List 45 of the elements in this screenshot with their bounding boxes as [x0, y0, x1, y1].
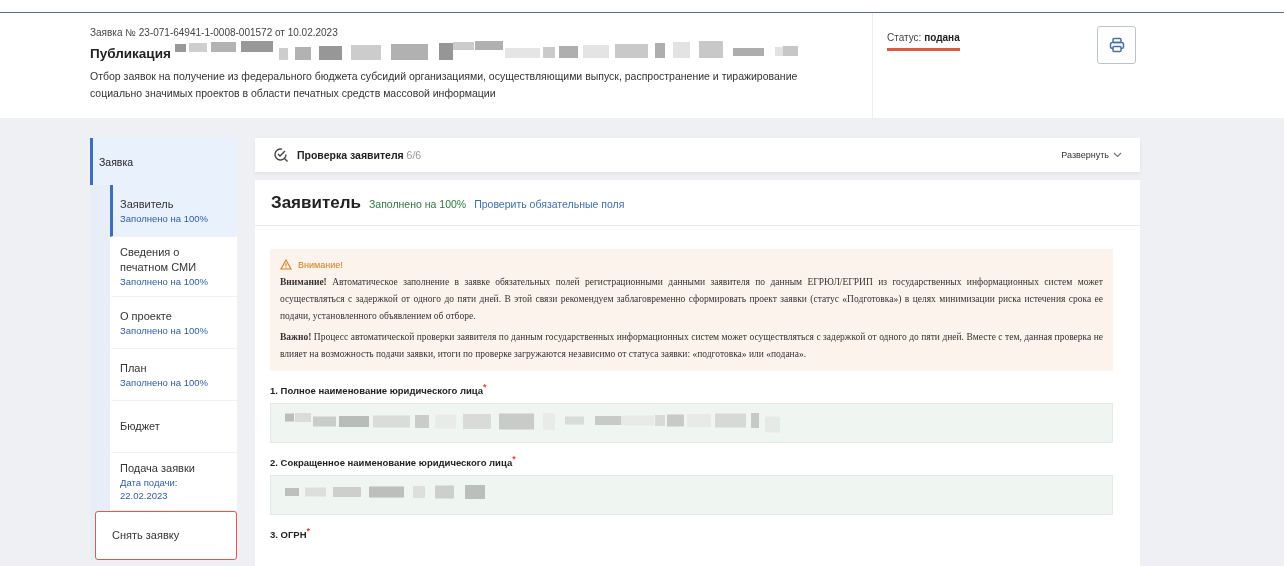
subitem-label: Снять заявку — [112, 528, 181, 543]
subitem-label: Сведения о печатном СМИ — [120, 245, 198, 275]
printer-icon — [1108, 37, 1125, 53]
sidebar-subitem[interactable]: Бюджет — [110, 401, 237, 453]
sidebar-subitem[interactable]: Подача заявки Дата подачи: 22.02.2023 — [110, 453, 237, 511]
sidebar-subitem[interactable]: О проекте Заполнено на 100% — [110, 297, 237, 349]
subitem-status: Дата подачи: 22.02.2023 — [120, 476, 179, 502]
sidebar-subitem[interactable]: План Заполнено на 100% — [110, 349, 237, 401]
subitem-label: План — [120, 360, 148, 376]
section-title: Заявитель — [271, 192, 361, 213]
print-button[interactable] — [1097, 26, 1136, 64]
chevron-icon — [1113, 152, 1122, 158]
subitem-label: Заявитель — [120, 196, 175, 212]
withdraw-button[interactable]: Снять заявку — [95, 511, 237, 560]
expand-button[interactable]: Развернуть — [1055, 149, 1128, 161]
search-check-icon — [273, 147, 289, 163]
subitem-status: Заполнено на 100% — [120, 211, 209, 225]
status-text: Статус: подана — [887, 32, 960, 51]
sidebar-subitem[interactable]: Заявитель Заполнено на 100% — [110, 185, 237, 237]
required-mark: * — [512, 454, 516, 465]
subitem-status: Заполнено на 100% — [120, 375, 209, 389]
required-mark: * — [306, 526, 311, 537]
warning-text: Важно! Процесс автоматической проверки заявителя по данным государственных информационных систем может осуществляться с задержкой от одного до пяти дней. Вместе с тем, данная проверка не влияет на возможность подачи заявки, итоги по проверке загружаются независимо от статуса заявки: «подготовка» или «подана». — [280, 331, 1103, 361]
warning-icon — [280, 259, 292, 270]
input-field[interactable] — [270, 403, 1113, 444]
subitem-label: Подача заявки — [120, 461, 196, 476]
subitem-label: О проекте — [120, 308, 173, 324]
sidebar-subitem[interactable]: Сведения о печатном СМИ Заполнено на 100% — [110, 237, 237, 297]
check-fields-link[interactable]: Проверить обязательные поля — [474, 198, 625, 210]
field-label: 1. Полное наименование юридического лица — [270, 385, 484, 397]
page-title: Публикация — [90, 45, 171, 61]
check-title: Проверка заявителя 6/6 — [297, 149, 422, 161]
required-mark: * — [483, 382, 487, 392]
field-label: 3. ОГРН — [270, 529, 307, 541]
sidebar-item[interactable]: Заявка — [90, 138, 237, 185]
input-field[interactable] — [270, 475, 1113, 516]
subitem-label: Бюджет — [120, 419, 161, 434]
warning-text: Внимание! Автоматическое заполнение в заявке обязательных полей регистрационными данными заявителя по данным ЕГРЮЛ/ЕГРИП из государственных информационных систем может осуществляться с задержкой от одного до пяти дней. В этой связи рекомендуем заблаговременно сформировать проект заявки (статус «Подготовка») в целях минимизации риска истечения срока ее подачи, установленного объявлением об отборе. — [280, 276, 1103, 323]
field-label: 2. Сокращенное наименование юридического лица — [270, 457, 513, 469]
subitem-status: Заполнено на 100% — [120, 323, 209, 337]
competition-description: Отбор заявок на получение из федерального бюджета субсидий организациями, осуществляющими выпуск, распространение и тиражирование социально значимых проектов в области печатных средств массовой информации — [90, 69, 799, 101]
warning-title: Внимание! — [298, 259, 343, 270]
subitem-status: Заполнено на 100% — [120, 275, 209, 288]
fill-progress: Заполнено на 100% — [368, 198, 467, 210]
application-number: Заявка № 23-071-64941-1-0008-001572 от 10.02.2023 — [90, 27, 339, 38]
